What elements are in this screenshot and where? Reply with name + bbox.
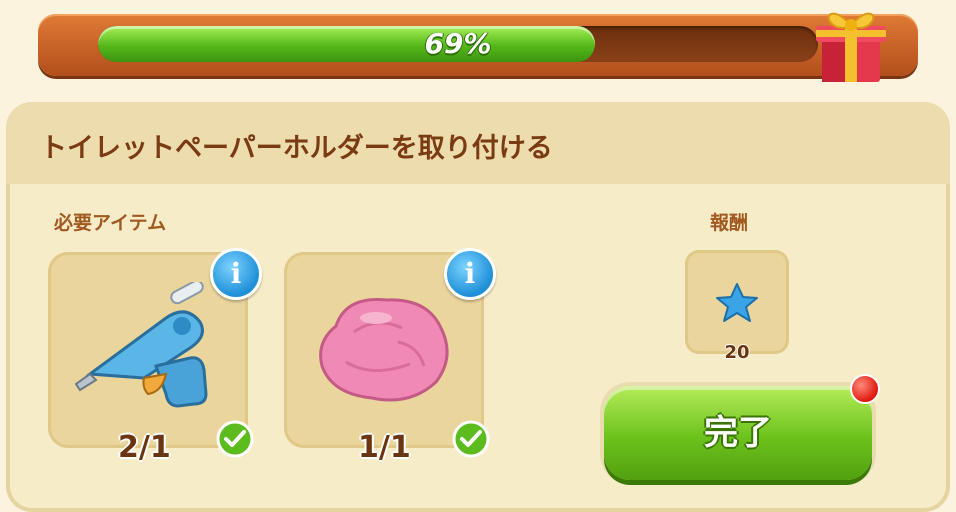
- info-button[interactable]: i: [210, 248, 262, 300]
- task-title: トイレットペーパーホルダーを取り付ける: [40, 133, 553, 164]
- item-count: 2/1: [118, 430, 171, 465]
- check-icon: [452, 420, 490, 458]
- info-button[interactable]: i: [444, 248, 496, 300]
- blue-star-icon: [716, 283, 758, 322]
- item-count: 1/1: [358, 430, 411, 465]
- task-panel: トイレットペーパーホルダーを取り付ける 必要アイテム 報酬 i 2/1 i 1/…: [6, 102, 950, 512]
- progress-frame: 69%: [38, 14, 918, 76]
- complete-button[interactable]: 完了: [604, 386, 872, 480]
- notification-dot: [850, 374, 880, 404]
- pink-putty-icon: [319, 298, 449, 402]
- reward-card[interactable]: [685, 250, 789, 354]
- required-item-pink-putty[interactable]: i: [284, 248, 496, 448]
- progress-bar: 69%: [98, 26, 818, 62]
- check-icon: [216, 420, 254, 458]
- progress-percent: 69%: [424, 27, 492, 60]
- required-items-label: 必要アイテム: [54, 212, 167, 234]
- required-item-glue-gun[interactable]: i: [48, 248, 262, 448]
- reward-amount: 20: [724, 342, 750, 363]
- complete-button-label: 完了: [704, 413, 772, 453]
- reward-label: 報酬: [710, 212, 749, 234]
- glue-gun-icon: [74, 282, 208, 408]
- gift-box-icon[interactable]: [808, 0, 892, 86]
